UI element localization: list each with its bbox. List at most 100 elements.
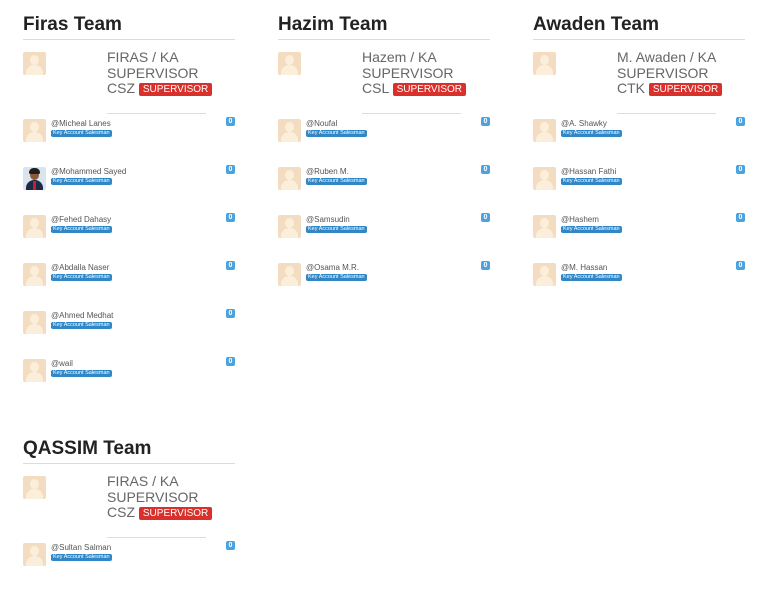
count-badge: 0 bbox=[226, 261, 235, 270]
member-item[interactable]: @Osama M.R. Key Account Salesman 0 bbox=[278, 261, 490, 309]
role-badge: Key Account Salesman bbox=[561, 226, 622, 233]
team-title: Firas Team bbox=[23, 14, 122, 35]
member-item[interactable]: @Mohammed Sayed Key Account Salesman 0 bbox=[23, 165, 235, 213]
role-badge: Key Account Salesman bbox=[51, 274, 112, 281]
count-badge: 0 bbox=[226, 309, 235, 318]
count-badge: 0 bbox=[226, 357, 235, 366]
count-badge: 0 bbox=[736, 261, 745, 270]
member-name[interactable]: @wail bbox=[51, 359, 73, 369]
role-badge: Key Account Salesman bbox=[561, 130, 622, 137]
team-title: QASSIM Team bbox=[23, 438, 152, 459]
count-badge: 0 bbox=[481, 117, 490, 126]
count-badge: 0 bbox=[481, 261, 490, 270]
role-badge: Key Account Salesman bbox=[306, 130, 367, 137]
supervisor-block: M. Awaden / KA SUPERVISOR CTK SUPERVISOR bbox=[533, 49, 745, 114]
supervisor-name-line2: SUPERVISOR bbox=[107, 64, 199, 81]
member-name[interactable]: @Sultan Salman bbox=[51, 543, 111, 553]
supervisor-name-line2: SUPERVISOR bbox=[107, 488, 199, 505]
supervisor-name-line1: FIRAS / KA bbox=[107, 473, 179, 489]
member-name[interactable]: @M. Hassan bbox=[561, 263, 607, 273]
role-badge: Key Account Salesman bbox=[51, 322, 112, 329]
count-badge: 0 bbox=[736, 213, 745, 222]
divider bbox=[617, 113, 716, 114]
member-item[interactable]: @Fehed Dahasy Key Account Salesman 0 bbox=[23, 213, 235, 261]
member-item[interactable]: @Hashem Key Account Salesman 0 bbox=[533, 213, 745, 261]
member-item[interactable]: @A. Shawky Key Account Salesman 0 bbox=[533, 117, 745, 165]
member-item[interactable]: @Sultan Salman Key Account Salesman 0 bbox=[23, 541, 235, 589]
role-badge: Key Account Salesman bbox=[306, 274, 367, 281]
supervisor-name[interactable]: FIRAS / KA SUPERVISOR CSZ SUPERVISOR bbox=[107, 49, 229, 97]
count-badge: 0 bbox=[226, 541, 235, 550]
role-badge: Key Account Salesman bbox=[51, 370, 112, 377]
avatar-placeholder-icon bbox=[23, 311, 46, 334]
avatar-placeholder-icon bbox=[23, 263, 46, 286]
member-name[interactable]: @Micheal Lanes bbox=[51, 119, 111, 129]
avatar-placeholder-icon bbox=[23, 359, 46, 382]
team-card-hazim: Hazim Team Hazem / KA SUPERVISOR CSL SUP… bbox=[278, 11, 490, 286]
member-item[interactable]: @Hassan Fathi Key Account Salesman 0 bbox=[533, 165, 745, 213]
member-list: @Noufal Key Account Salesman 0 @Ruben M.… bbox=[278, 117, 490, 309]
count-badge: 0 bbox=[226, 213, 235, 222]
member-name[interactable]: @Hashem bbox=[561, 215, 599, 225]
avatar-placeholder-icon bbox=[23, 543, 46, 566]
divider bbox=[23, 463, 235, 464]
avatar-placeholder-icon bbox=[278, 167, 301, 190]
supervisor-name[interactable]: M. Awaden / KA SUPERVISOR CTK SUPERVISOR bbox=[617, 49, 739, 97]
avatar-placeholder-icon bbox=[23, 476, 46, 499]
avatar-placeholder-icon bbox=[23, 52, 46, 75]
avatar-placeholder-icon bbox=[533, 52, 556, 75]
role-badge: Key Account Salesman bbox=[51, 178, 112, 185]
team-title: Awaden Team bbox=[533, 14, 660, 35]
role-badge: Key Account Salesman bbox=[51, 130, 112, 137]
role-badge: Key Account Salesman bbox=[306, 226, 367, 233]
avatar-placeholder-icon bbox=[533, 263, 556, 286]
role-badge: Key Account Salesman bbox=[51, 226, 112, 233]
supervisor-name[interactable]: Hazem / KA SUPERVISOR CSL SUPERVISOR bbox=[362, 49, 484, 97]
team-card-qassim: QASSIM Team FIRAS / KA SUPERVISOR CSZ SU… bbox=[23, 435, 235, 566]
member-name[interactable]: @Samsudin bbox=[306, 215, 350, 225]
member-item[interactable]: @Samsudin Key Account Salesman 0 bbox=[278, 213, 490, 261]
supervisor-badge: SUPERVISOR bbox=[138, 83, 213, 96]
member-list: @Sultan Salman Key Account Salesman 0 bbox=[23, 541, 235, 589]
avatar-placeholder-icon bbox=[23, 215, 46, 238]
divider bbox=[362, 113, 461, 114]
supervisor-name-line1: FIRAS / KA bbox=[107, 49, 179, 65]
member-name[interactable]: @Mohammed Sayed bbox=[51, 167, 126, 177]
count-badge: 0 bbox=[481, 213, 490, 222]
member-name[interactable]: @A. Shawky bbox=[561, 119, 607, 129]
avatar-placeholder-icon bbox=[278, 52, 301, 75]
member-name[interactable]: @Ruben M. bbox=[306, 167, 349, 177]
avatar-placeholder-icon bbox=[278, 215, 301, 238]
divider bbox=[533, 39, 745, 40]
member-name[interactable]: @Osama M.R. bbox=[306, 263, 359, 273]
member-item[interactable]: @M. Hassan Key Account Salesman 0 bbox=[533, 261, 745, 309]
member-item[interactable]: @Noufal Key Account Salesman 0 bbox=[278, 117, 490, 165]
supervisor-block: FIRAS / KA SUPERVISOR CSZ SUPERVISOR bbox=[23, 49, 235, 114]
supervisor-name[interactable]: FIRAS / KA SUPERVISOR CSZ SUPERVISOR bbox=[107, 473, 229, 521]
team-title: Hazim Team bbox=[278, 14, 388, 35]
count-badge: 0 bbox=[736, 165, 745, 174]
member-item[interactable]: @Micheal Lanes Key Account Salesman 0 bbox=[23, 117, 235, 165]
member-item[interactable]: @wail Key Account Salesman 0 bbox=[23, 357, 235, 405]
supervisor-block: FIRAS / KA SUPERVISOR CSZ SUPERVISOR bbox=[23, 473, 235, 538]
member-item[interactable]: @Abdalla Naser Key Account Salesman 0 bbox=[23, 261, 235, 309]
divider bbox=[278, 39, 490, 40]
role-badge: Key Account Salesman bbox=[561, 178, 622, 185]
supervisor-badge: SUPERVISOR bbox=[648, 83, 723, 96]
divider bbox=[107, 113, 206, 114]
supervisor-name-line2: SUPERVISOR bbox=[362, 64, 454, 81]
member-item[interactable]: @Ruben M. Key Account Salesman 0 bbox=[278, 165, 490, 213]
member-name[interactable]: @Fehed Dahasy bbox=[51, 215, 111, 225]
supervisor-block: Hazem / KA SUPERVISOR CSL SUPERVISOR bbox=[278, 49, 490, 114]
member-list: @A. Shawky Key Account Salesman 0 @Hassa… bbox=[533, 117, 745, 309]
member-item[interactable]: @Ahmed Medhat Key Account Salesman 0 bbox=[23, 309, 235, 357]
member-name[interactable]: @Hassan Fathi bbox=[561, 167, 616, 177]
count-badge: 0 bbox=[226, 117, 235, 126]
member-name[interactable]: @Abdalla Naser bbox=[51, 263, 109, 273]
count-badge: 0 bbox=[481, 165, 490, 174]
supervisor-name-line1: Hazem / KA bbox=[362, 49, 437, 65]
role-badge: Key Account Salesman bbox=[561, 274, 622, 281]
member-name[interactable]: @Noufal bbox=[306, 119, 337, 129]
divider bbox=[23, 39, 235, 40]
member-name[interactable]: @Ahmed Medhat bbox=[51, 311, 113, 321]
